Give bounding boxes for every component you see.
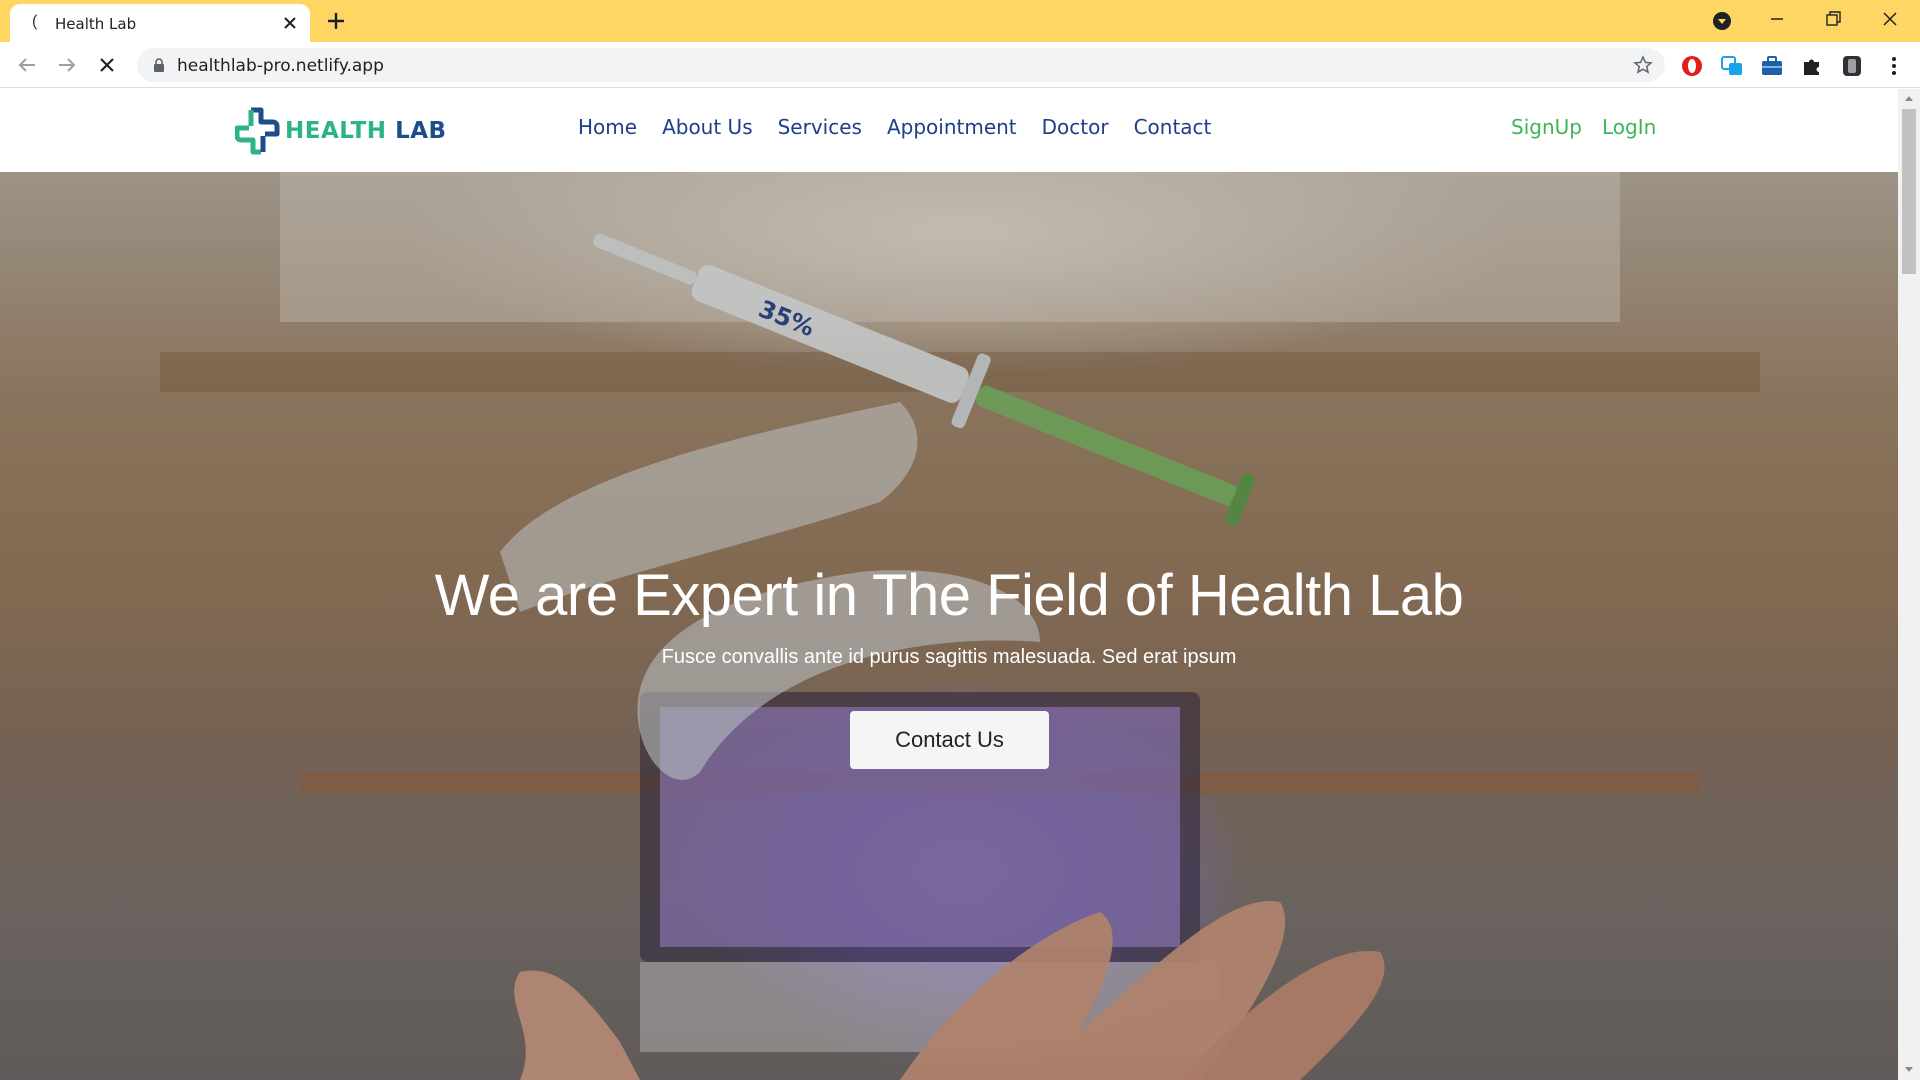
address-bar[interactable]: healthlab-pro.netlify.app xyxy=(137,48,1665,82)
nav-link-contact[interactable]: Contact xyxy=(1134,115,1212,147)
profile-avatar-icon[interactable] xyxy=(1840,54,1864,78)
opera-extension-icon[interactable] xyxy=(1680,54,1704,78)
site-header: HEALTH LAB Home About Us Services Appoin… xyxy=(0,89,1898,172)
hero-title: We are Expert in The Field of Health Lab xyxy=(434,563,1464,628)
logo-text: HEALTH LAB xyxy=(285,118,447,144)
scrollbar-thumb[interactable] xyxy=(1902,109,1916,274)
url-text: healthlab-pro.netlify.app xyxy=(177,56,384,76)
tab-title: Health Lab xyxy=(55,15,137,33)
stop-loading-icon[interactable] xyxy=(93,51,121,79)
logo-word-health: HEALTH xyxy=(285,118,387,144)
nav-link-appointment[interactable]: Appointment xyxy=(887,115,1017,147)
main-nav: Home About Us Services Appointment Docto… xyxy=(578,115,1211,147)
bookmark-star-icon[interactable] xyxy=(1633,55,1653,75)
new-tab-icon[interactable] xyxy=(325,10,347,32)
auth-links: SignUp LogIn xyxy=(1511,115,1656,139)
signup-link[interactable]: SignUp xyxy=(1511,115,1582,139)
scroll-down-arrow-icon[interactable] xyxy=(1904,1066,1914,1074)
back-arrow-icon[interactable] xyxy=(13,51,41,79)
scroll-up-arrow-icon[interactable] xyxy=(1904,94,1914,102)
profile-menu-icon[interactable] xyxy=(1696,0,1752,42)
lock-icon[interactable] xyxy=(151,57,167,73)
forward-arrow-icon[interactable] xyxy=(53,51,81,79)
browser-tab[interactable]: ( Health Lab xyxy=(10,4,310,42)
nav-link-home[interactable]: Home xyxy=(578,115,637,147)
browser-toolbar: healthlab-pro.netlify.app xyxy=(0,42,1920,88)
logo-word-lab: LAB xyxy=(395,118,447,144)
browser-tab-strip: ( Health Lab xyxy=(0,0,1920,42)
minimize-icon[interactable] xyxy=(1749,0,1805,42)
medical-cross-logo-icon xyxy=(235,107,280,155)
contact-us-button[interactable]: Contact Us xyxy=(850,711,1049,769)
nav-link-services[interactable]: Services xyxy=(778,115,862,147)
nav-link-doctor[interactable]: Doctor xyxy=(1042,115,1109,147)
briefcase-extension-icon[interactable] xyxy=(1760,54,1784,78)
nav-link-about-us[interactable]: About Us xyxy=(662,115,753,147)
loading-spinner-icon: ( xyxy=(32,13,38,30)
hero-section: 35% We are Expert in The Field of Health… xyxy=(0,172,1898,1080)
more-menu-icon[interactable] xyxy=(1882,54,1906,78)
extensions-puzzle-icon[interactable] xyxy=(1800,54,1824,78)
page-scrollbar[interactable] xyxy=(1898,89,1920,1080)
translate-extension-icon[interactable] xyxy=(1720,54,1744,78)
login-link[interactable]: LogIn xyxy=(1602,115,1656,139)
close-window-icon[interactable] xyxy=(1862,0,1918,42)
web-page: HEALTH LAB Home About Us Services Appoin… xyxy=(0,89,1898,1080)
restore-icon[interactable] xyxy=(1805,0,1861,42)
close-tab-icon[interactable] xyxy=(280,13,300,33)
hero-subtitle: Fusce convallis ante id purus sagittis m… xyxy=(661,646,1237,668)
